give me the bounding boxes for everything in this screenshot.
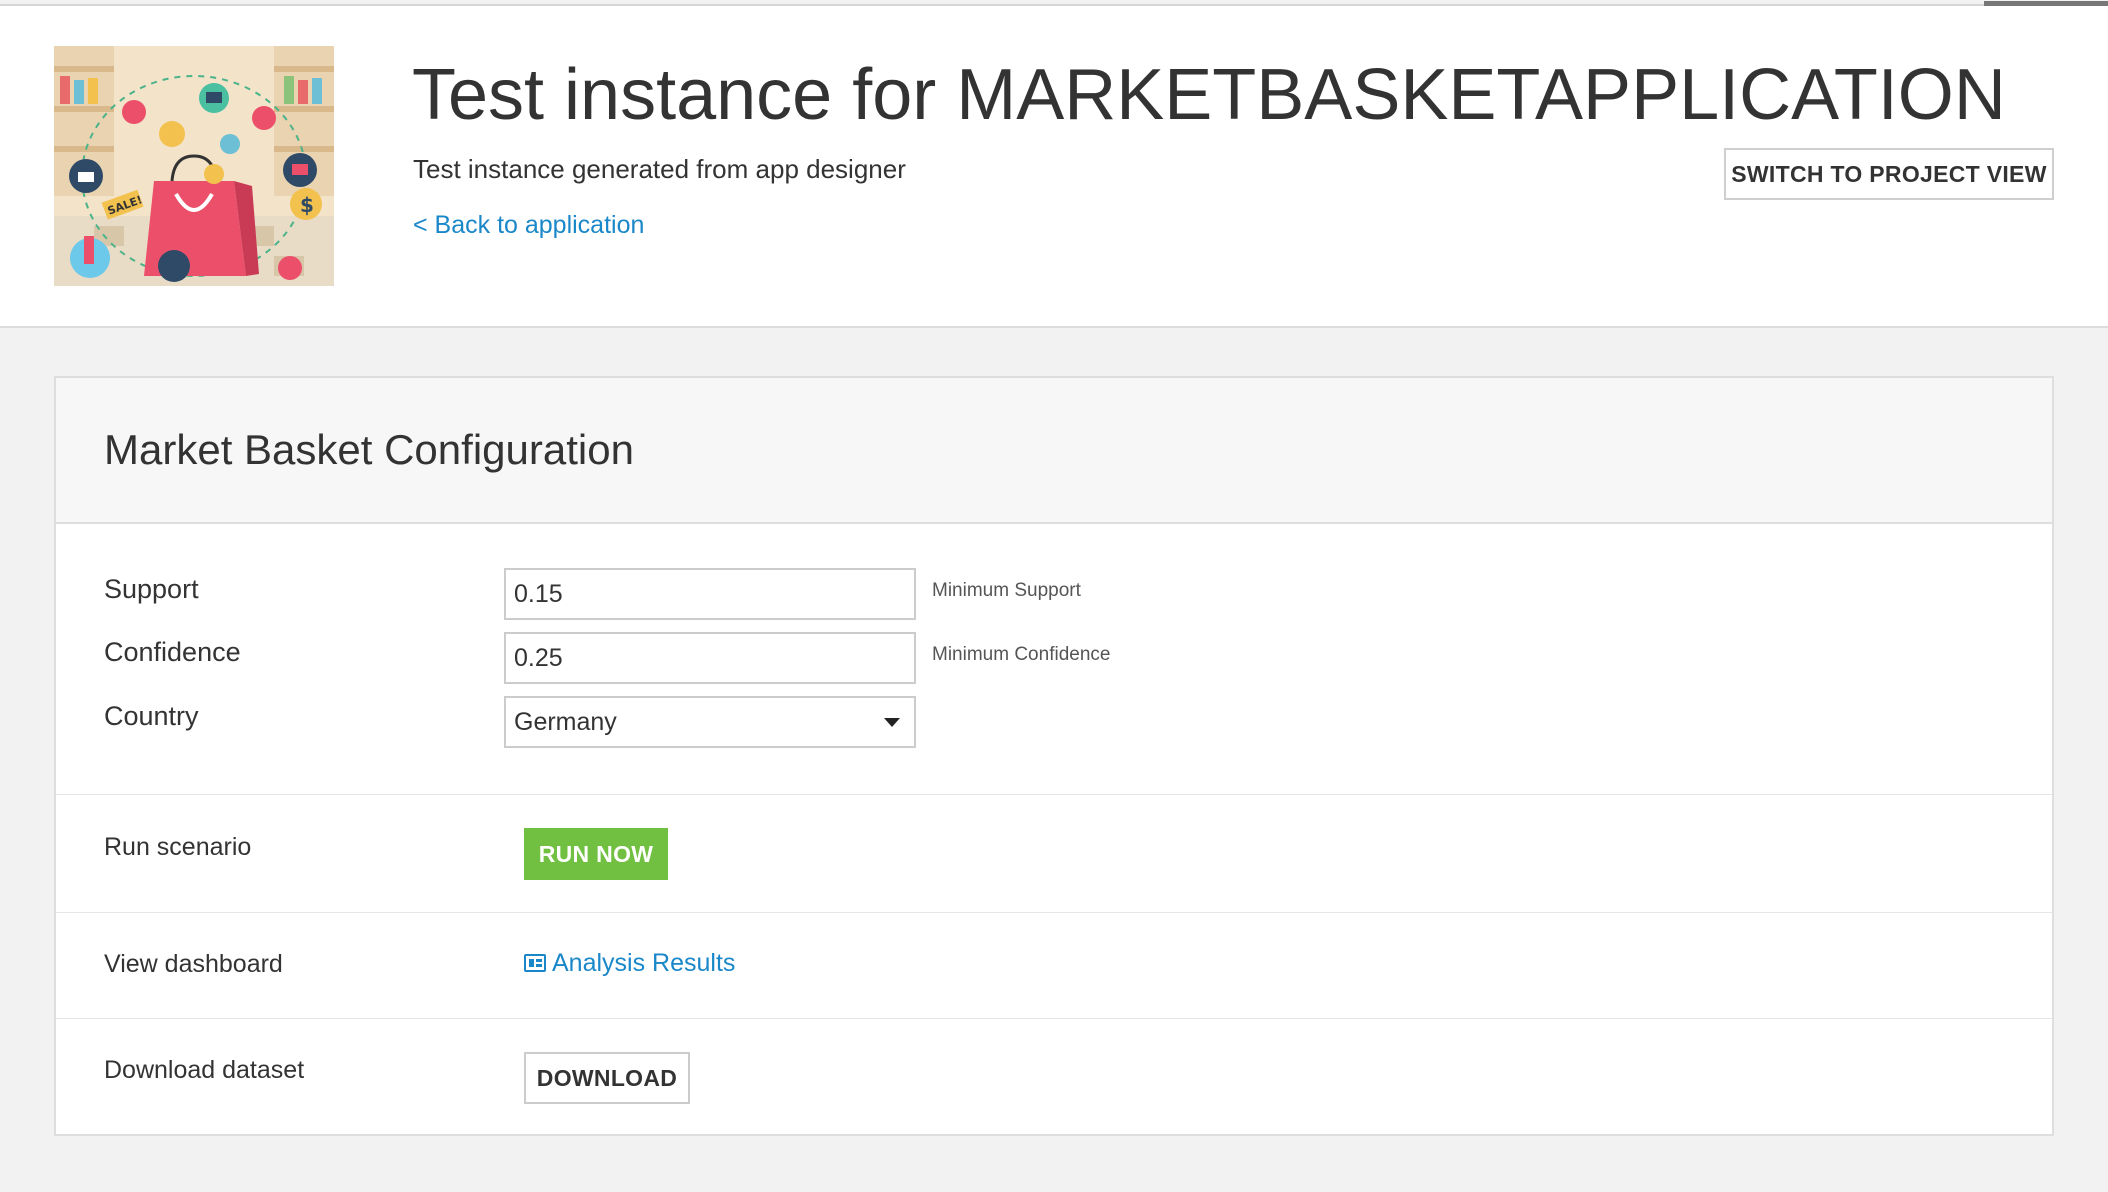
app-illustration: $ SALE!	[54, 46, 334, 286]
dashboard-icon	[524, 954, 546, 972]
download-dataset-label: Download dataset	[104, 1056, 305, 1084]
chevron-down-icon	[884, 718, 900, 727]
divider	[56, 1018, 2052, 1019]
panel-header: Market Basket Configuration	[56, 378, 2052, 524]
svg-text:$: $	[300, 193, 314, 217]
configuration-panel: Market Basket Configuration Support Mini…	[54, 376, 2054, 1136]
app-header: $ SALE! Test instance for MARKETBASKETAP…	[0, 6, 2108, 328]
shopping-illustration-icon: $ SALE!	[54, 46, 334, 286]
support-label: Support	[104, 574, 199, 604]
page-title: Test instance for MARKETBASKETAPPLICATIO…	[412, 55, 2006, 135]
download-button[interactable]: DOWNLOAD	[524, 1052, 690, 1104]
country-select-value: Germany	[514, 707, 617, 736]
switch-to-project-view-button[interactable]: SWITCH TO PROJECT VIEW	[1724, 148, 2054, 200]
confidence-label: Confidence	[104, 637, 241, 667]
confidence-input[interactable]	[504, 632, 916, 684]
run-now-button[interactable]: RUN NOW	[524, 828, 668, 880]
page-subtitle: Test instance generated from app designe…	[413, 154, 906, 184]
panel-title: Market Basket Configuration	[104, 426, 634, 473]
support-input[interactable]	[504, 568, 916, 620]
country-label: Country	[104, 701, 199, 731]
run-scenario-label: Run scenario	[104, 833, 252, 861]
confidence-hint: Minimum Confidence	[932, 644, 1111, 665]
country-select[interactable]: Germany	[504, 696, 916, 748]
support-hint: Minimum Support	[932, 580, 1081, 601]
back-to-application-link[interactable]: < Back to application	[413, 211, 644, 240]
divider	[56, 912, 2052, 913]
analysis-results-link[interactable]: Analysis Results	[524, 946, 735, 980]
analysis-results-label: Analysis Results	[552, 948, 736, 977]
view-dashboard-label: View dashboard	[104, 950, 283, 978]
divider	[56, 794, 2052, 795]
